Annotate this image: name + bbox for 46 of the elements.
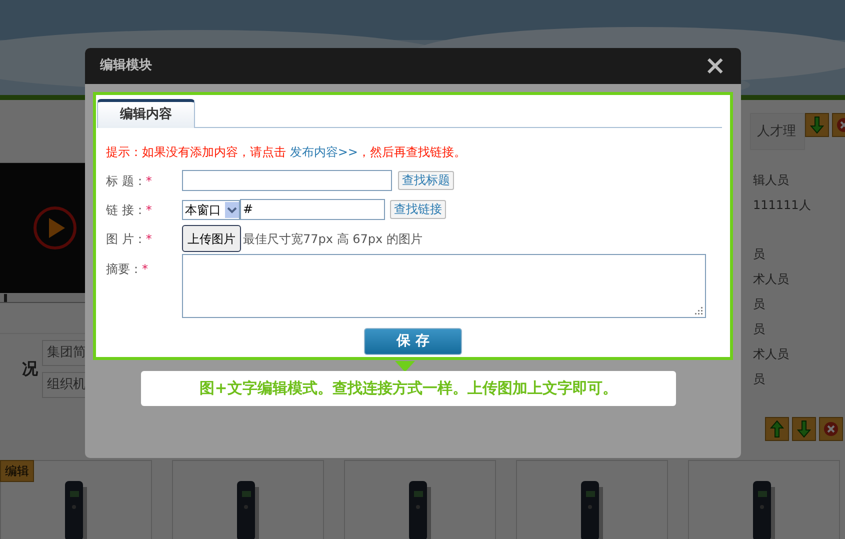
required-mark: *: [146, 230, 152, 248]
list-item: 术人员: [753, 272, 789, 286]
find-title-button[interactable]: 查找标题: [398, 171, 454, 190]
chevron-down-icon: [225, 202, 239, 218]
down-arrow-icon: [810, 116, 824, 134]
field-label: 摘要：: [106, 261, 142, 278]
move-down-button[interactable]: [805, 113, 829, 137]
summary-textarea[interactable]: [182, 254, 706, 318]
tab[interactable]: 编辑内容: [97, 99, 195, 128]
move-down-button[interactable]: [792, 417, 816, 441]
edit-button[interactable]: 编辑: [0, 460, 34, 482]
list-item: 辑人员: [753, 173, 789, 187]
delete-button[interactable]: [819, 417, 843, 441]
progress-thumb[interactable]: [4, 294, 8, 302]
up-arrow-icon: [770, 420, 784, 438]
close-icon: [823, 421, 839, 437]
hint-text: 图+文字编辑模式。查找连接方式一样。上传图加上文字即可。: [200, 378, 618, 400]
size-hint: 最佳尺寸宽77px 高 67px 的图片: [243, 230, 422, 248]
field-label: 图 片：: [106, 230, 146, 248]
list-item: 员: [753, 297, 765, 311]
list-item: 员: [753, 372, 765, 386]
move-up-button[interactable]: [765, 417, 789, 441]
section-title: 况: [21, 358, 39, 380]
required-mark: *: [146, 202, 152, 218]
resize-handle-icon: [694, 306, 703, 315]
list-item: 员: [753, 247, 765, 261]
list-item: 员: [753, 322, 765, 336]
list-item: 术人员: [753, 347, 789, 361]
section-tab[interactable]: 人才理: [750, 113, 805, 150]
play-icon: [32, 205, 78, 251]
window-select[interactable]: 本窗口: [182, 200, 240, 220]
upload-image-button[interactable]: 上传图片: [182, 225, 241, 252]
close-button[interactable]: ×: [704, 53, 726, 79]
find-link-button[interactable]: 查找链接: [390, 200, 446, 219]
field-label: 标 题：: [106, 172, 146, 190]
down-arrow-icon: [797, 420, 811, 438]
link-input[interactable]: #: [240, 199, 385, 220]
list-item: 111111人: [753, 198, 811, 212]
required-mark: *: [142, 261, 148, 278]
dialog-title: 编辑模块: [100, 56, 152, 76]
title-input[interactable]: [182, 170, 392, 191]
publish-content-link[interactable]: 发布内容>>: [290, 145, 358, 159]
tip-text: 提示：如果没有添加内容，请点击 发布内容>>，然后再查找链接。: [106, 144, 467, 161]
required-mark: *: [146, 172, 152, 190]
save-button[interactable]: 保 存: [364, 328, 462, 355]
field-label: 链 接：: [106, 202, 146, 218]
